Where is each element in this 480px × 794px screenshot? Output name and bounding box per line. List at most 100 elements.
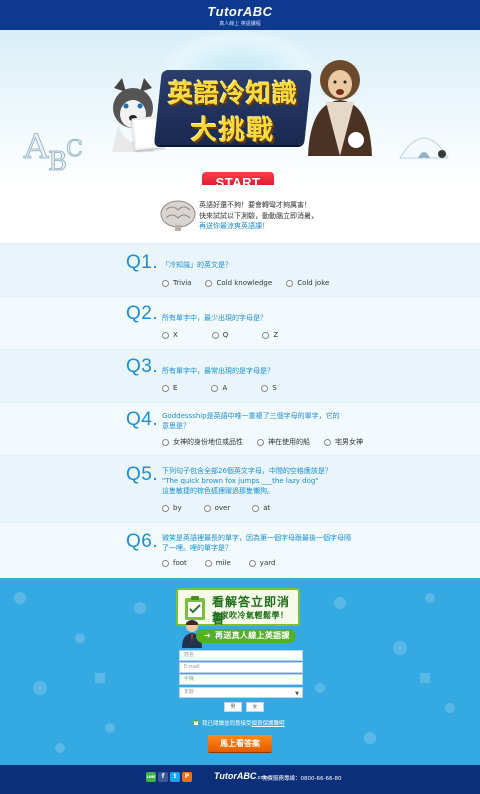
radio-button[interactable]: [162, 279, 169, 287]
answer-option[interactable]: Cold joke: [286, 279, 329, 287]
option-label: 女神的身份地位或品性: [173, 438, 243, 446]
answer-option[interactable]: S: [261, 384, 277, 392]
answer-options: by over at: [162, 504, 284, 512]
phone-field[interactable]: 手機: [179, 674, 303, 685]
question-text: 微笑是英語裡最長的單字，因為第一個字母跟最後一個字母隔了一哩。哩的單字是？: [162, 534, 351, 552]
answer-option[interactable]: Cold knowledge: [205, 279, 272, 287]
option-label: Cold joke: [297, 279, 330, 287]
name-field[interactable]: 姓名: [179, 650, 303, 661]
answer-option[interactable]: by: [162, 504, 182, 512]
arrow-right-icon: ➜: [204, 631, 212, 640]
radio-button[interactable]: [248, 559, 256, 567]
option-label: over: [214, 504, 231, 512]
svg-text:A: A: [23, 127, 49, 167]
radio-button[interactable]: [203, 504, 211, 512]
option-label: 神在使用的船: [268, 438, 310, 446]
radio-button[interactable]: [162, 331, 169, 339]
option-label: Cold knowledge: [216, 279, 273, 287]
answer-option[interactable]: X: [162, 331, 178, 339]
radio-button[interactable]: [162, 384, 169, 392]
radio-button[interactable]: [261, 384, 269, 392]
brand-logo[interactable]: TutorABC: [207, 4, 272, 19]
ice-letters-icon: A B C: [23, 127, 84, 178]
answer-option[interactable]: over: [203, 504, 231, 512]
answer-option[interactable]: Z: [262, 331, 278, 339]
option-label: mile: [215, 559, 231, 567]
age-select[interactable]: 年齡 ▼: [179, 687, 303, 698]
radio-button[interactable]: [162, 438, 169, 446]
privacy-link[interactable]: 個資保護聲明: [252, 719, 285, 727]
radio-button[interactable]: [286, 279, 294, 287]
intro-line-3: 再送你最涼爽英語課！: [199, 222, 269, 230]
answer-option[interactable]: A: [211, 384, 227, 392]
agree-terms[interactable]: 我已閱讀並同意接受 個資保護聲明: [193, 718, 285, 727]
line-icon[interactable]: LINE: [146, 772, 156, 782]
radio-button[interactable]: [205, 279, 213, 287]
intro-text: 英語好還不夠！要會轉彎才夠厲害！ 快來試試以下測驗，動動腦立即消暑， 再送你最涼…: [199, 200, 349, 232]
bonus-class-label: 再送真人線上英語課: [215, 631, 290, 640]
intro-line-2: 快來試試以下測驗，動動腦立即消暑，: [199, 211, 318, 220]
answer-option[interactable]: at: [252, 504, 270, 512]
question-number: Q5.: [126, 464, 159, 485]
igloo-icon: [399, 137, 449, 159]
option-label: Trivia: [173, 279, 192, 287]
question-text: 下列句子包含全部26個英文字母，中間的空格應該是？ "The quick bro…: [162, 466, 382, 496]
radio-button[interactable]: [262, 331, 270, 339]
answer-option[interactable]: 宅男女神: [324, 437, 363, 447]
radio-button[interactable]: [162, 504, 169, 512]
footer-logo[interactable]: TutorABC.com: [214, 771, 268, 781]
footer-logo-text: TutorABC: [214, 771, 257, 781]
question-text-line1: 下列句子包含全部26個英文字母，中間的空格應該是？: [162, 467, 332, 475]
hero-title-line1: 英語冷知識: [167, 79, 298, 108]
agree-text: 我已閱讀並同意接受: [202, 721, 252, 727]
answer-option[interactable]: Trivia: [162, 279, 191, 287]
agree-checkbox[interactable]: [193, 718, 199, 726]
pixnet-icon[interactable]: P: [182, 772, 192, 782]
answer-options: Trivia Cold knowledge Cold joke: [162, 279, 343, 287]
svg-text:C: C: [66, 137, 83, 162]
submit-button[interactable]: 馬上看答案: [208, 735, 272, 752]
answer-option[interactable]: mile: [204, 559, 231, 567]
radio-button[interactable]: [204, 559, 212, 567]
radio-button[interactable]: [162, 559, 169, 567]
answer-option[interactable]: yard: [248, 559, 275, 567]
answer-option[interactable]: 女神的身份地位或品性: [162, 437, 243, 447]
option-label: S: [272, 384, 277, 392]
radio-button[interactable]: [211, 331, 219, 339]
option-label: A: [222, 384, 228, 392]
question-number: Q2.: [126, 303, 159, 324]
answer-option[interactable]: Q: [211, 331, 228, 339]
answer-options: 女神的身份地位或品性 神在使用的船 宅男女神: [162, 437, 377, 447]
question-3: Q3. 所有單字中，最常出現的是字母是？ E A S: [0, 349, 480, 402]
bonus-class-bar: ➜ 再送真人線上英語課: [196, 629, 296, 643]
question-text-line2: "The quick brown fox jumps ___the lazy d…: [162, 477, 319, 485]
question-text: Goddessship是英語中唯一重複了三個字母的單字，它的意思是？: [162, 412, 340, 430]
question-5: Q5. 下列句子包含全部26個英文字母，中間的空格應該是？ "The quick…: [0, 455, 480, 522]
intro-line-1: 英語好還不夠！要會轉彎才夠厲害！: [199, 201, 311, 209]
radio-button[interactable]: [324, 438, 331, 446]
answer-option[interactable]: 神在使用的船: [257, 437, 310, 447]
radio-button[interactable]: [211, 384, 219, 392]
radio-button[interactable]: [252, 504, 260, 512]
email-field[interactable]: E-mail: [179, 662, 303, 673]
start-button[interactable]: START: [202, 172, 274, 185]
question-6: Q6. 微笑是英語裡最長的單字，因為第一個字母跟最後一個字母隔了一哩。哩的單字是…: [0, 522, 480, 578]
facebook-icon[interactable]: f: [158, 772, 168, 782]
question-text: 「冷知識」的英文是？: [162, 261, 232, 269]
gender-male-option[interactable]: 男: [224, 702, 242, 712]
answer-options: foot mile yard: [162, 559, 289, 567]
twitter-icon[interactable]: t: [170, 772, 180, 782]
option-label: E: [173, 384, 178, 392]
question-number: Q3.: [126, 356, 159, 377]
option-label: foot: [173, 559, 187, 567]
gender-female-option[interactable]: 女: [246, 702, 264, 712]
answer-option[interactable]: E: [162, 384, 177, 392]
option-label: by: [173, 504, 182, 512]
age-select-value: 年齡: [184, 689, 195, 695]
question-text: 所有單字中，最少出現的字母是？: [162, 314, 267, 322]
radio-button[interactable]: [257, 438, 264, 446]
question-2: Q2. 所有單字中，最少出現的字母是？ X Q Z: [0, 296, 480, 349]
frozen-brain-icon: [160, 200, 196, 231]
answer-options: X Q Z: [162, 331, 292, 339]
answer-option[interactable]: foot: [162, 559, 187, 567]
